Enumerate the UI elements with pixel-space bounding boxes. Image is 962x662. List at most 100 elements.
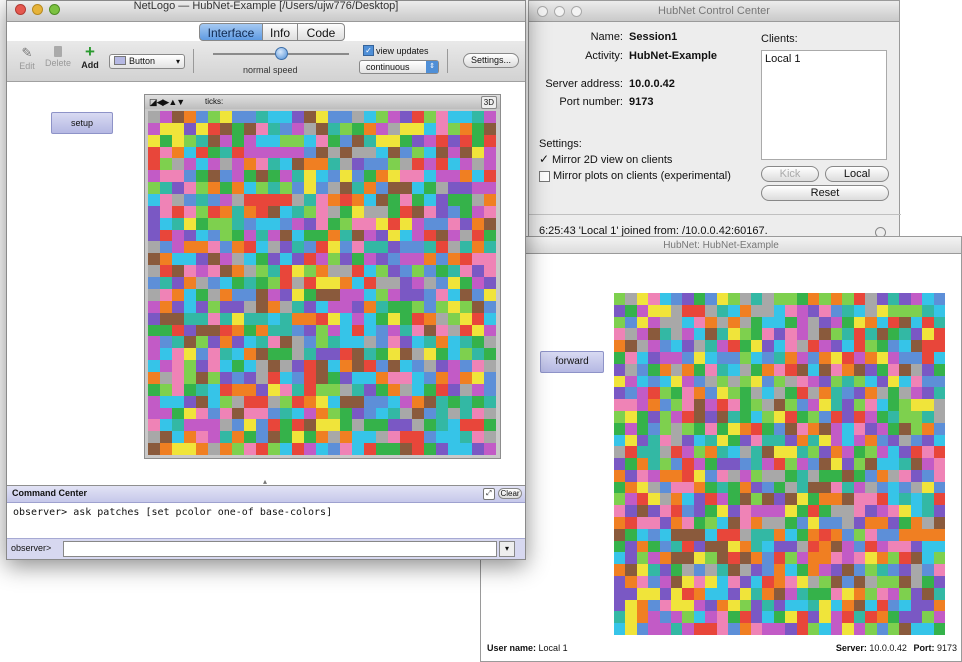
local-button[interactable]: Local	[825, 166, 889, 182]
patch	[424, 111, 436, 123]
patch	[739, 434, 751, 447]
patch	[280, 300, 292, 313]
patch	[352, 324, 364, 337]
patch	[424, 122, 436, 135]
patch	[460, 111, 472, 123]
patch	[340, 182, 352, 195]
patch	[750, 552, 763, 565]
patch	[728, 481, 740, 494]
patch	[304, 288, 316, 301]
patch	[705, 434, 717, 447]
patch	[785, 576, 797, 588]
patch	[910, 399, 923, 411]
patch	[196, 336, 208, 349]
world-view[interactable]	[148, 111, 496, 455]
patch	[728, 304, 740, 317]
patch	[693, 422, 706, 435]
patch	[208, 431, 220, 444]
patch	[922, 446, 934, 459]
patch	[400, 288, 412, 301]
patch	[887, 540, 900, 553]
mirror-2d-checkbox-icon[interactable]: ✓	[539, 153, 549, 165]
zoom-dot-icon[interactable]	[49, 4, 60, 15]
history-dropdown-icon[interactable]: ▾	[499, 541, 515, 557]
command-input[interactable]	[63, 541, 497, 557]
patch	[750, 351, 763, 364]
patch	[172, 182, 184, 195]
update-mode-dropdown[interactable]: continuous ⇕	[359, 60, 439, 74]
patch	[785, 481, 797, 494]
patch	[340, 217, 352, 230]
tab-interface[interactable]: Interface	[199, 23, 263, 41]
patch	[899, 410, 911, 423]
patch	[750, 517, 763, 529]
hubnet-control-center-window: HubNet Control Center Name: Session1 Act…	[528, 0, 901, 245]
expand-icon[interactable]: ⤢	[483, 488, 495, 500]
patch	[865, 422, 877, 435]
patch	[842, 564, 854, 577]
clear-button[interactable]: Clear	[498, 488, 522, 499]
close-dot-icon[interactable]	[537, 6, 548, 17]
patch	[739, 446, 751, 459]
tab-code[interactable]: Code	[297, 23, 345, 41]
patch	[172, 336, 184, 349]
patch	[933, 469, 945, 482]
patch	[671, 528, 683, 541]
patch	[472, 182, 484, 195]
patch	[268, 336, 280, 349]
settings-button[interactable]: Settings...	[463, 53, 519, 68]
close-dot-icon[interactable]	[15, 4, 26, 15]
patch	[876, 564, 888, 577]
patch	[448, 300, 460, 313]
patch	[412, 324, 424, 337]
view-updates-option[interactable]: ✓ view updates	[363, 45, 429, 56]
patch	[614, 293, 626, 305]
patch	[388, 288, 400, 301]
patch	[648, 458, 660, 470]
edit-tool[interactable]: ✎ Edit	[15, 45, 39, 71]
setup-button[interactable]: setup	[51, 112, 113, 134]
speed-slider[interactable]	[213, 47, 349, 60]
patch	[636, 481, 649, 494]
patch	[773, 304, 786, 317]
patch	[196, 217, 208, 230]
patch	[436, 348, 448, 361]
zoom-dot-icon[interactable]	[571, 6, 582, 17]
patch	[376, 253, 388, 266]
patch	[899, 304, 911, 317]
widget-type-dropdown[interactable]: Button ▾	[109, 54, 185, 69]
mirror-plots-option[interactable]: Mirror plots on clients (experimental)	[539, 170, 731, 182]
patch	[785, 375, 797, 388]
add-tool[interactable]: + Add	[79, 43, 101, 70]
name-value: Session1	[629, 31, 678, 43]
patch	[682, 410, 694, 423]
patch	[899, 340, 911, 352]
patch	[636, 410, 649, 423]
patch	[340, 395, 352, 408]
patch	[352, 371, 364, 384]
patch	[682, 293, 694, 305]
forward-button[interactable]: forward	[540, 351, 604, 373]
tab-info[interactable]: Info	[262, 23, 298, 41]
patch	[424, 288, 436, 301]
patch	[750, 446, 763, 459]
threed-button[interactable]: 3D	[480, 96, 497, 109]
view-updates-checkbox-icon[interactable]: ✓	[363, 45, 374, 56]
minimize-dot-icon[interactable]	[32, 4, 43, 15]
speed-slider-knob[interactable]	[275, 47, 288, 60]
view-control-icons[interactable]: ◪◀▶▲▼	[149, 95, 185, 109]
mirror-plots-checkbox-icon[interactable]	[539, 170, 550, 182]
patch	[172, 300, 184, 313]
client-world-view[interactable]	[614, 293, 945, 635]
delete-tool[interactable]: Delete	[43, 45, 73, 68]
kick-button[interactable]: Kick	[761, 166, 819, 182]
patch	[208, 241, 220, 254]
mirror-2d-option[interactable]: ✓ Mirror 2D view on clients	[539, 153, 672, 166]
patch	[376, 336, 388, 349]
clients-list[interactable]: Local 1	[761, 50, 887, 160]
minimize-dot-icon[interactable]	[554, 6, 565, 17]
patch	[853, 316, 866, 329]
client-list-item[interactable]: Local 1	[762, 51, 886, 67]
patch	[364, 265, 376, 278]
reset-button[interactable]: Reset	[761, 185, 889, 201]
